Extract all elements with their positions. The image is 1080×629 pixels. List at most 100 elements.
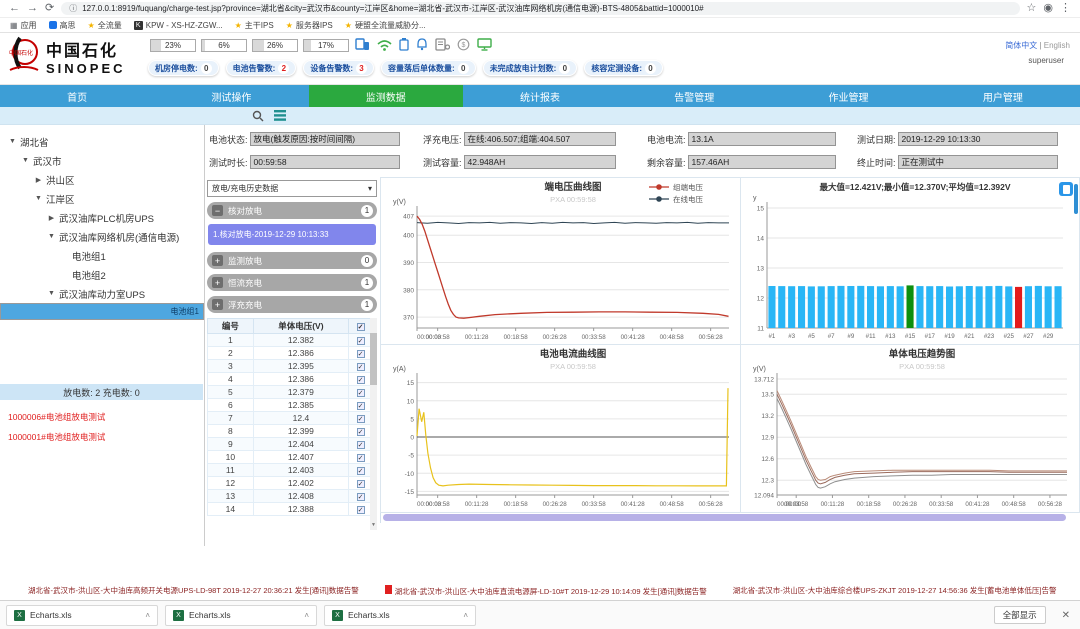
accordion-header[interactable]: +恒流充电1 — [207, 274, 377, 291]
export-icon[interactable] — [1059, 182, 1073, 196]
collapse-arrow-icon[interactable]: ▼ — [21, 157, 30, 164]
accordion-header[interactable]: −核对放电1 — [207, 202, 377, 219]
history-record-item[interactable]: 1.核对放电-2019-12-29 10:13:33 — [208, 224, 376, 245]
row-checkbox[interactable]: ✓ — [357, 454, 365, 462]
info-field-input[interactable]: 42.948AH — [464, 155, 616, 169]
table-scrollbar-thumb[interactable] — [370, 333, 377, 385]
forward-icon[interactable]: → — [27, 3, 38, 14]
tree-node[interactable]: ▼江岸区 — [0, 189, 204, 208]
expand-icon[interactable]: + — [212, 277, 223, 288]
tree-node[interactable]: ▼武汉油库网络机房(通信电源) — [0, 227, 204, 246]
table-cell: 12.4 — [253, 412, 348, 425]
info-field-input[interactable]: 00:59:58 — [250, 155, 400, 169]
collapse-icon[interactable]: − — [212, 205, 223, 216]
tab-首页[interactable]: 首页 — [0, 85, 154, 107]
show-all-downloads-button[interactable]: 全部显示 — [994, 606, 1046, 624]
collapse-arrow-icon[interactable]: ▼ — [34, 195, 43, 202]
history-type-select[interactable]: 放电/充电历史数据 ▾ — [207, 180, 377, 197]
download-chip[interactable]: XEcharts.xls˄ — [324, 605, 476, 626]
chevron-up-icon[interactable]: ˄ — [463, 611, 468, 620]
accordion-header[interactable]: +监测放电0 — [207, 252, 377, 269]
svg-text:390: 390 — [403, 260, 414, 267]
row-checkbox[interactable]: ✓ — [357, 350, 365, 358]
row-checkbox[interactable]: ✓ — [357, 337, 365, 345]
chevron-up-icon[interactable]: ˄ — [145, 611, 150, 620]
close-downloads-icon[interactable]: ✕ — [1062, 610, 1070, 621]
bookmark-item[interactable]: ★全流量 — [88, 20, 122, 31]
row-checkbox[interactable]: ✓ — [357, 428, 365, 436]
row-checkbox[interactable]: ✓ — [357, 415, 365, 423]
tree-node[interactable]: ▼湖北省 — [0, 132, 204, 151]
tree-node[interactable]: ▶洪山区 — [0, 170, 204, 189]
profile-icon[interactable]: ◉ — [1043, 3, 1053, 14]
browser-menu-icon[interactable]: ⋮ — [1060, 3, 1071, 14]
bookmark-item[interactable]: ★服务器IPS — [286, 20, 333, 31]
tab-测试操作[interactable]: 测试操作 — [154, 85, 308, 107]
list-icon[interactable] — [274, 110, 286, 121]
expand-arrow-icon[interactable]: ▶ — [47, 214, 56, 222]
tab-统计报表[interactable]: 统计报表 — [463, 85, 617, 107]
chart-datazoom-slider[interactable] — [383, 514, 1066, 521]
charts-scrollbar[interactable] — [1074, 184, 1078, 214]
site-icon — [49, 21, 57, 29]
row-checkbox[interactable]: ✓ — [357, 506, 365, 514]
chevron-up-icon[interactable]: ˄ — [304, 611, 309, 620]
row-checkbox[interactable]: ✓ — [357, 363, 365, 371]
row-checkbox[interactable]: ✓ — [357, 376, 365, 384]
bookmark-item[interactable]: 高思 — [49, 20, 76, 31]
table-cell: 2 — [208, 347, 254, 360]
search-icon[interactable] — [252, 110, 264, 122]
row-checkbox[interactable]: ✓ — [357, 402, 365, 410]
collapse-arrow-icon[interactable]: ▼ — [47, 290, 56, 297]
tree-node[interactable]: ▼武汉油库动力室UPS — [0, 284, 204, 303]
current-user[interactable]: superuser — [1028, 56, 1064, 65]
tree-node[interactable]: ▼武汉市 — [0, 151, 204, 170]
refresh-icon[interactable]: ⟳ — [45, 3, 54, 14]
svg-text:电池电流曲线图: 电池电流曲线图 — [540, 348, 607, 360]
row-checkbox[interactable]: ✓ — [357, 480, 365, 488]
bookmark-item[interactable]: KKPW - XS-HZ-ZGW... — [134, 21, 223, 30]
select-all-checkbox[interactable]: ✓ — [357, 323, 365, 331]
row-checkbox[interactable]: ✓ — [357, 389, 365, 397]
running-test-link[interactable]: 1000006#电池组放电测试 — [8, 411, 105, 423]
running-test-link[interactable]: 1000001#电池组放电测试 — [8, 431, 105, 443]
lang-en-link[interactable]: English — [1044, 41, 1070, 50]
bookmark-item[interactable]: ▦应用 — [10, 20, 37, 31]
row-checkbox[interactable]: ✓ — [357, 441, 365, 449]
expand-arrow-icon[interactable]: ▶ — [34, 176, 43, 184]
download-chip[interactable]: XEcharts.xls˄ — [6, 605, 158, 626]
info-field-input[interactable]: 在线:406.507;组端:404.507 — [464, 132, 616, 146]
tab-告警管理[interactable]: 告警管理 — [617, 85, 771, 107]
back-icon[interactable]: ← — [9, 3, 20, 14]
tab-作业管理[interactable]: 作业管理 — [771, 85, 925, 107]
row-checkbox[interactable]: ✓ — [357, 493, 365, 501]
info-field-input[interactable]: 放电(触发原因:按时间间隔) — [250, 132, 400, 146]
bookmark-label: 服务器IPS — [296, 20, 333, 31]
download-chip[interactable]: XEcharts.xls˄ — [165, 605, 317, 626]
info-field-input[interactable]: 157.46AH — [688, 155, 836, 169]
info-field-input[interactable]: 2019-12-29 10:13:30 — [898, 132, 1058, 146]
bookmark-item[interactable]: ★主干IPS — [235, 20, 274, 31]
scrollbar-down-arrow[interactable]: ▼ — [370, 522, 377, 530]
tree-node[interactable]: ▶武汉油库PLC机房UPS — [0, 208, 204, 227]
stat-value: 0 — [645, 63, 656, 74]
info-field-input[interactable]: 13.1A — [688, 132, 836, 146]
table-scrollbar[interactable]: ▼ — [370, 318, 377, 530]
tab-用户管理[interactable]: 用户管理 — [926, 85, 1080, 107]
url-field[interactable]: ⓘ 127.0.0.1:8919/fuquang/charge-test.jsp… — [61, 2, 1019, 15]
expand-icon[interactable]: + — [212, 255, 223, 266]
tree-node[interactable]: 电池组1 — [0, 303, 204, 320]
row-checkbox[interactable]: ✓ — [357, 467, 365, 475]
tab-监测数据[interactable]: 监测数据 — [309, 85, 463, 107]
lang-cn-link[interactable]: 简体中文 — [1005, 41, 1037, 50]
expand-icon[interactable]: + — [212, 299, 223, 310]
collapse-arrow-icon[interactable]: ▼ — [47, 233, 56, 240]
accordion-header[interactable]: +浮充充电1 — [207, 296, 377, 313]
info-field-input[interactable]: 正在测试中 — [898, 155, 1058, 169]
bookmark-star-icon[interactable]: ☆ — [1027, 3, 1037, 14]
tree-node[interactable]: 电池组1 — [0, 246, 204, 265]
page-info-icon[interactable]: ⓘ — [69, 3, 77, 14]
bookmark-item[interactable]: ★硬盟全流量威胁分... — [345, 20, 426, 31]
collapse-arrow-icon[interactable]: ▼ — [8, 138, 17, 145]
tree-node[interactable]: 电池组2 — [0, 265, 204, 284]
